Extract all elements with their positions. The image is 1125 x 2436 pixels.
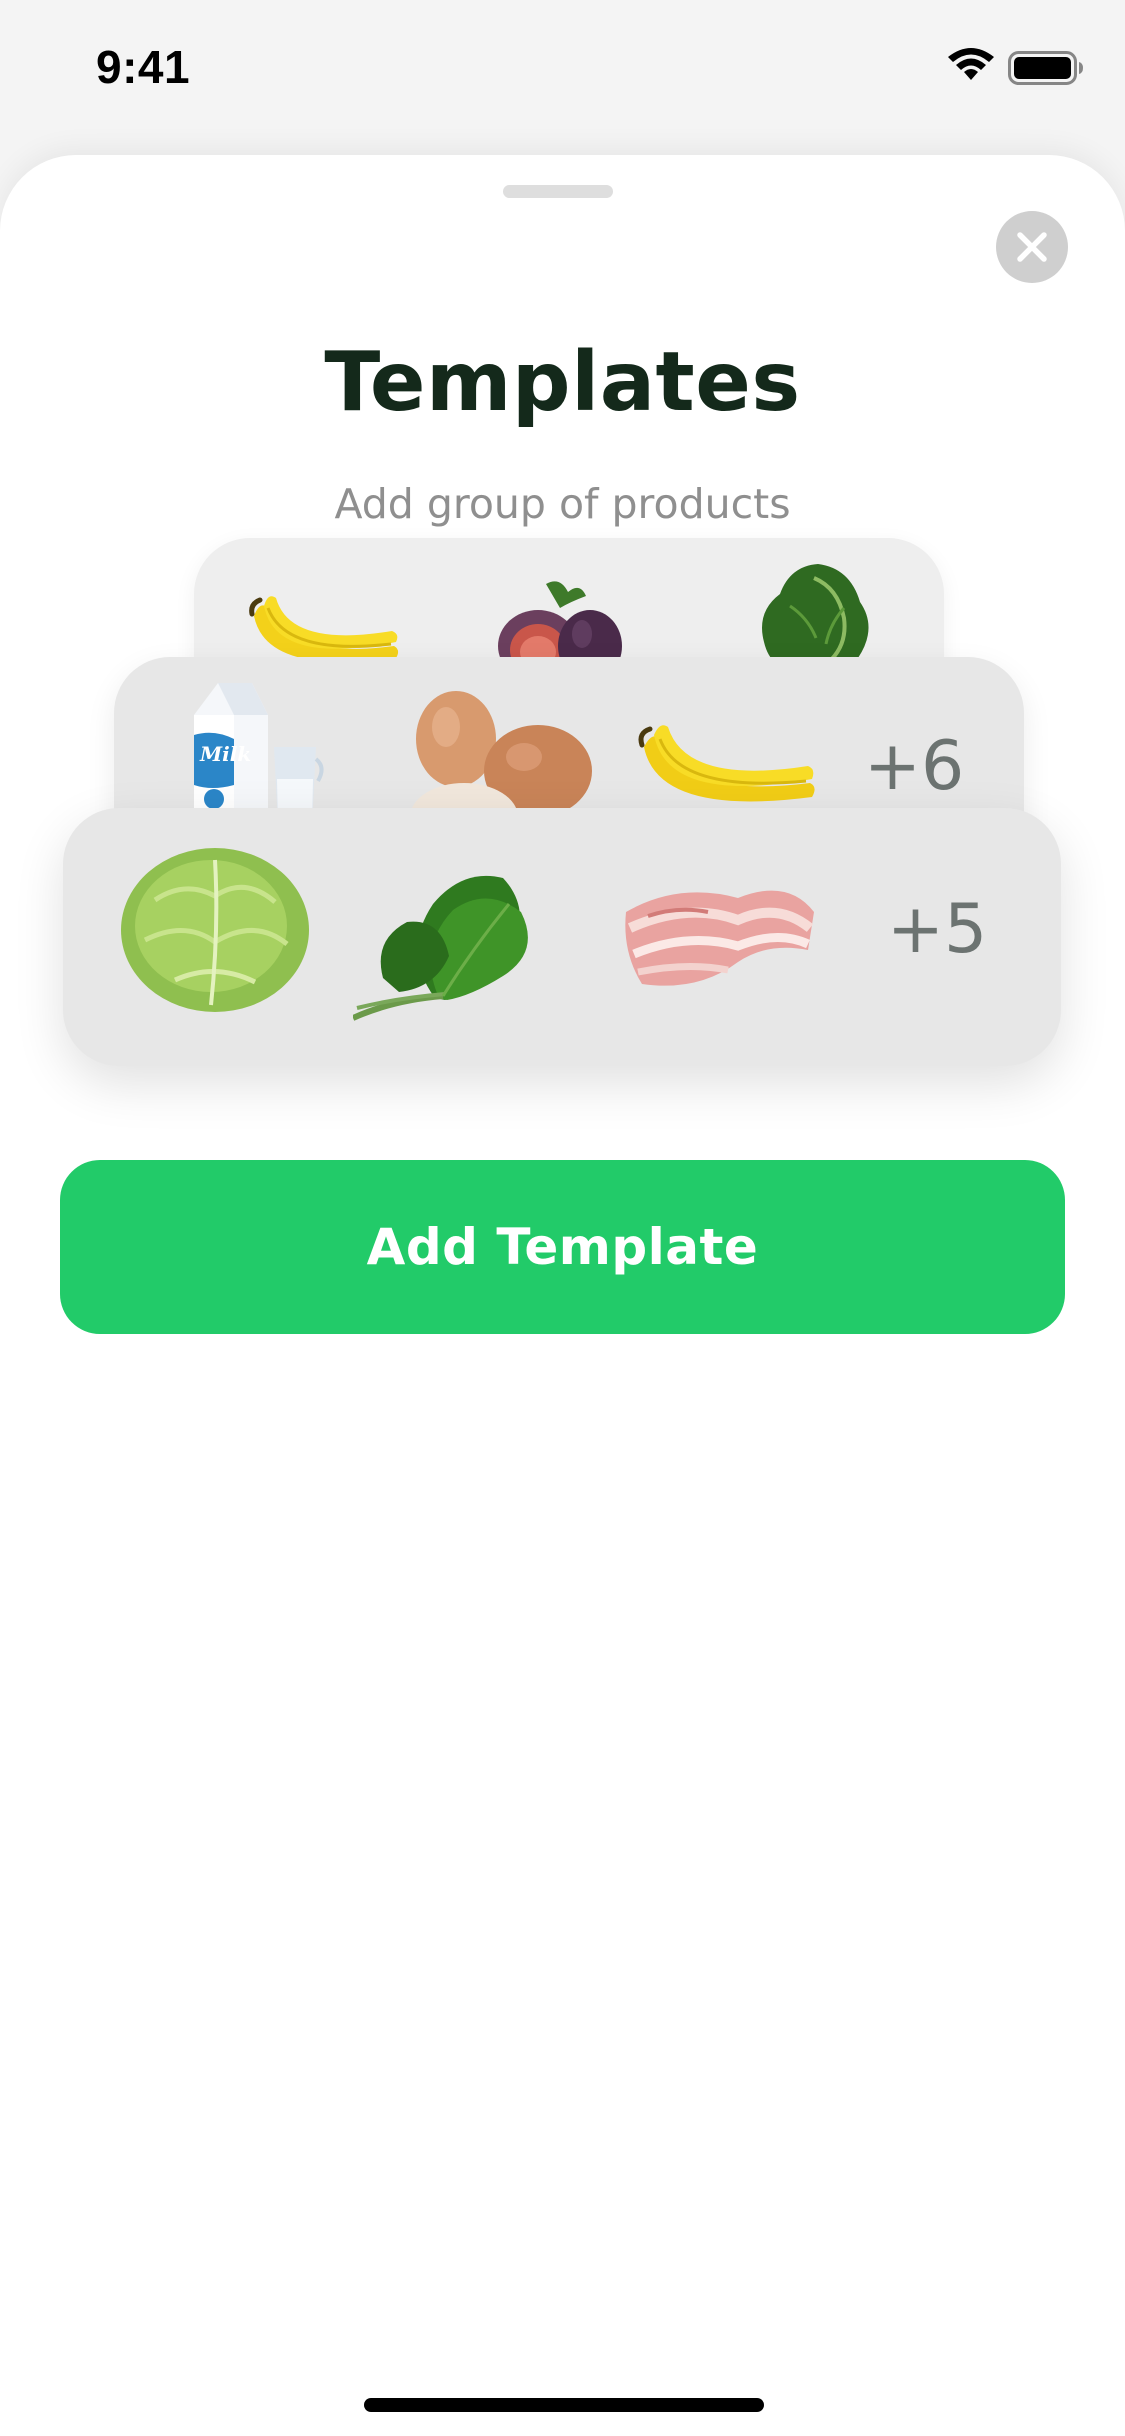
lettuce-image: [115, 840, 315, 1015]
eggs-image: [404, 691, 604, 821]
templates-screen: 9:41 Templates Add group of products Mil…: [0, 0, 1125, 2436]
wifi-icon: [946, 48, 996, 84]
bacon-image: [618, 872, 818, 1002]
status-bar: 9:41: [0, 0, 1125, 140]
subtitle-line-1: Add group of products: [334, 480, 791, 528]
add-template-button[interactable]: Add Template: [60, 1160, 1065, 1334]
close-button[interactable]: [996, 211, 1068, 283]
svg-text:Milk: Milk: [199, 742, 251, 766]
home-indicator[interactable]: [364, 2398, 764, 2412]
more-count: +6: [864, 727, 965, 806]
battery-icon: [1008, 50, 1084, 86]
sheet-title: Templates: [324, 335, 801, 430]
close-icon: [1017, 232, 1047, 262]
sheet-grabber[interactable]: [503, 185, 613, 198]
more-count: +5: [887, 890, 988, 969]
spinach-image: [353, 848, 553, 1023]
status-time: 9:41: [96, 41, 191, 93]
template-card-1[interactable]: +5: [63, 808, 1061, 1066]
milk-image: Milk: [188, 675, 328, 825]
